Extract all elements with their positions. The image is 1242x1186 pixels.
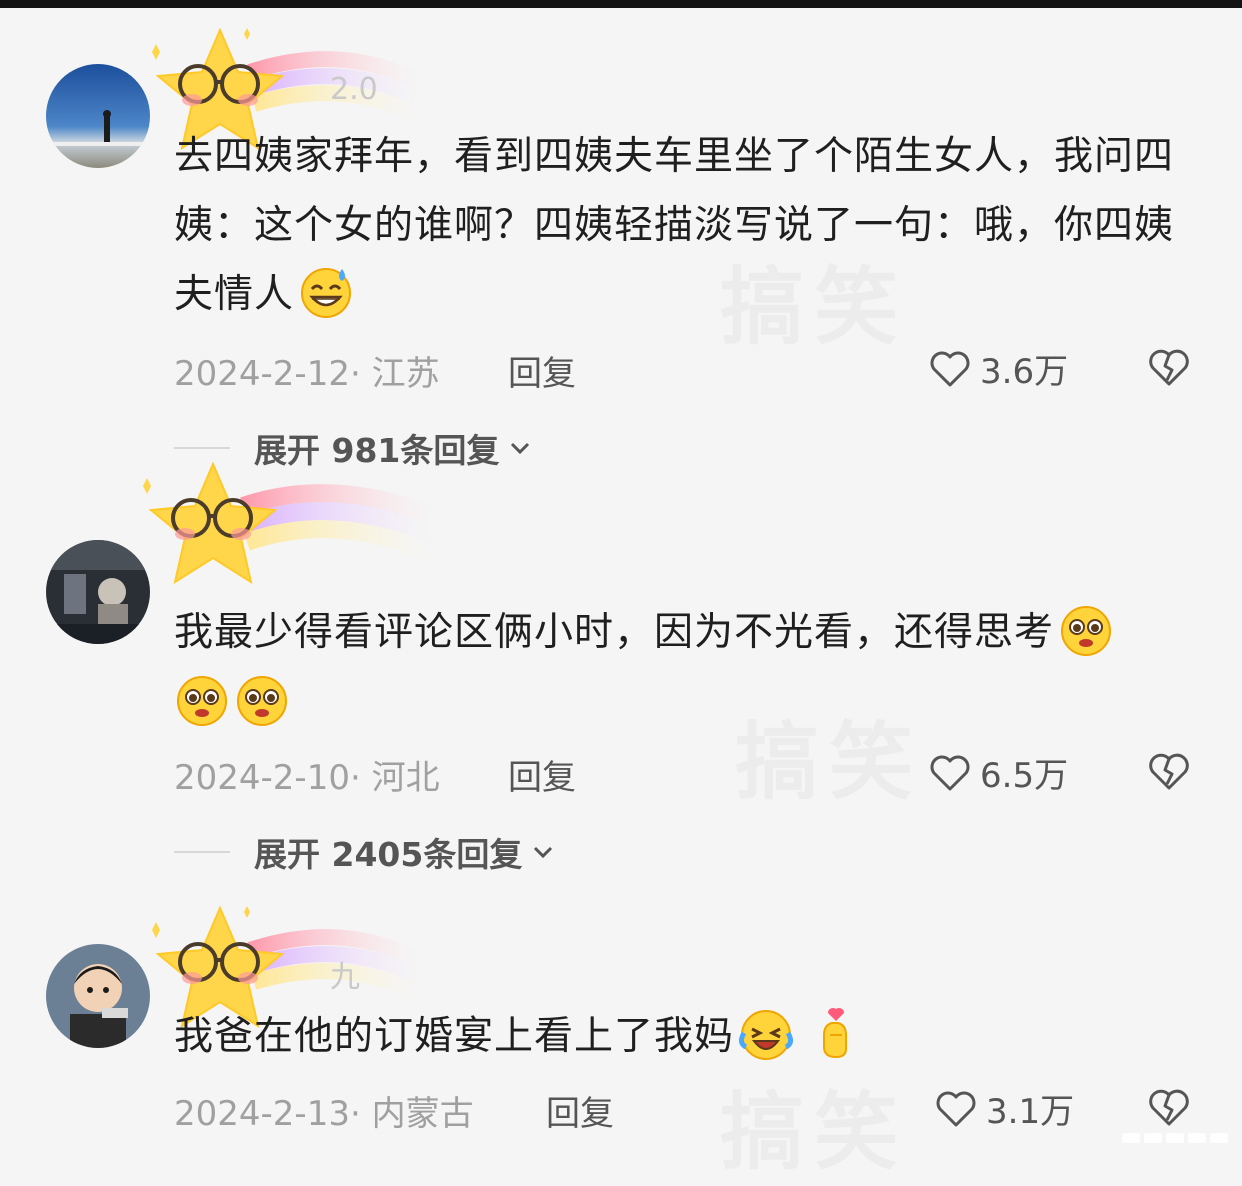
heart-icon: [936, 1091, 976, 1126]
watermark: 搞笑: [720, 1065, 908, 1186]
comment-date: 2024-2-10: [174, 758, 350, 798]
top-bar: [0, 0, 1242, 8]
pleading-emoji-icon: [1058, 601, 1114, 657]
like-button[interactable]: 6.5万: [928, 748, 1068, 797]
laugh-cry-emoji-icon: [738, 1005, 794, 1061]
avatar[interactable]: [46, 64, 150, 168]
comment-meta: 2024-2-12· 江苏: [174, 346, 440, 395]
reply-button[interactable]: 回复: [508, 750, 576, 799]
comment-location: 江苏: [371, 354, 440, 394]
heart-icon: [930, 351, 970, 386]
comment-text-body: 我爸在他的订婚宴上看上了我妈: [174, 1014, 735, 1059]
expand-label: 展开 2405条回复: [254, 835, 523, 874]
comment-location: 河北: [371, 758, 440, 798]
comment-meta: 2024-2-10· 河北: [174, 750, 440, 799]
like-count: 6.5万: [980, 756, 1069, 796]
meta-separator: ·: [349, 758, 372, 798]
like-count: 3.1万: [986, 1092, 1075, 1132]
meta-separator: ·: [349, 354, 372, 394]
comment-date: 2024-2-13: [174, 1094, 350, 1134]
pleading-emoji-icon: [174, 671, 230, 727]
like-count: 3.6万: [980, 352, 1069, 392]
reply-button[interactable]: 回复: [546, 1086, 614, 1135]
meta-separator: ·: [349, 1094, 372, 1134]
pleading-emoji-icon: [234, 671, 290, 727]
chevron-down-icon: [534, 846, 553, 859]
username[interactable]: 九: [330, 952, 360, 996]
finger-heart-emoji-icon: [808, 1005, 864, 1061]
comment-text-body: 我最少得看评论区俩小时，因为不光看，还得思考: [174, 610, 1055, 655]
like-button[interactable]: 3.1万: [934, 1084, 1074, 1133]
username[interactable]: 2.0: [330, 72, 378, 107]
avatar[interactable]: [46, 944, 150, 1048]
reply-button[interactable]: 回复: [508, 346, 576, 395]
comment-date: 2024-2-12: [174, 354, 350, 394]
divider-line: [174, 851, 230, 853]
comment-text: 我最少得看评论区俩小时，因为不光看，还得思考: [174, 598, 1204, 667]
broken-heart-icon[interactable]: [1146, 1084, 1192, 1130]
star-sticker-icon: [143, 461, 437, 585]
sweat-grin-emoji-icon: [298, 263, 354, 319]
expand-replies-button[interactable]: 展开 2405条回复: [174, 828, 556, 876]
broken-heart-icon[interactable]: [1146, 748, 1192, 794]
comment-text: 我爸在他的订婚宴上看上了我妈: [174, 1002, 1204, 1071]
like-button[interactable]: 3.6万: [928, 344, 1068, 393]
heart-icon: [930, 755, 970, 790]
comment-text: 去四姨家拜年，看到四姨夫车里坐了个陌生女人，我问四姨：这个女的谁啊？四姨轻描淡写…: [174, 122, 1204, 329]
comment-meta: 2024-2-13· 内蒙古: [174, 1086, 474, 1135]
watermark-logo-icon: [1122, 1133, 1228, 1143]
broken-heart-icon[interactable]: [1146, 344, 1192, 390]
chevron-down-icon: [511, 442, 530, 455]
comment-location: 内蒙古: [371, 1094, 474, 1134]
divider-line: [174, 447, 230, 449]
emoji-row: [174, 668, 1204, 737]
